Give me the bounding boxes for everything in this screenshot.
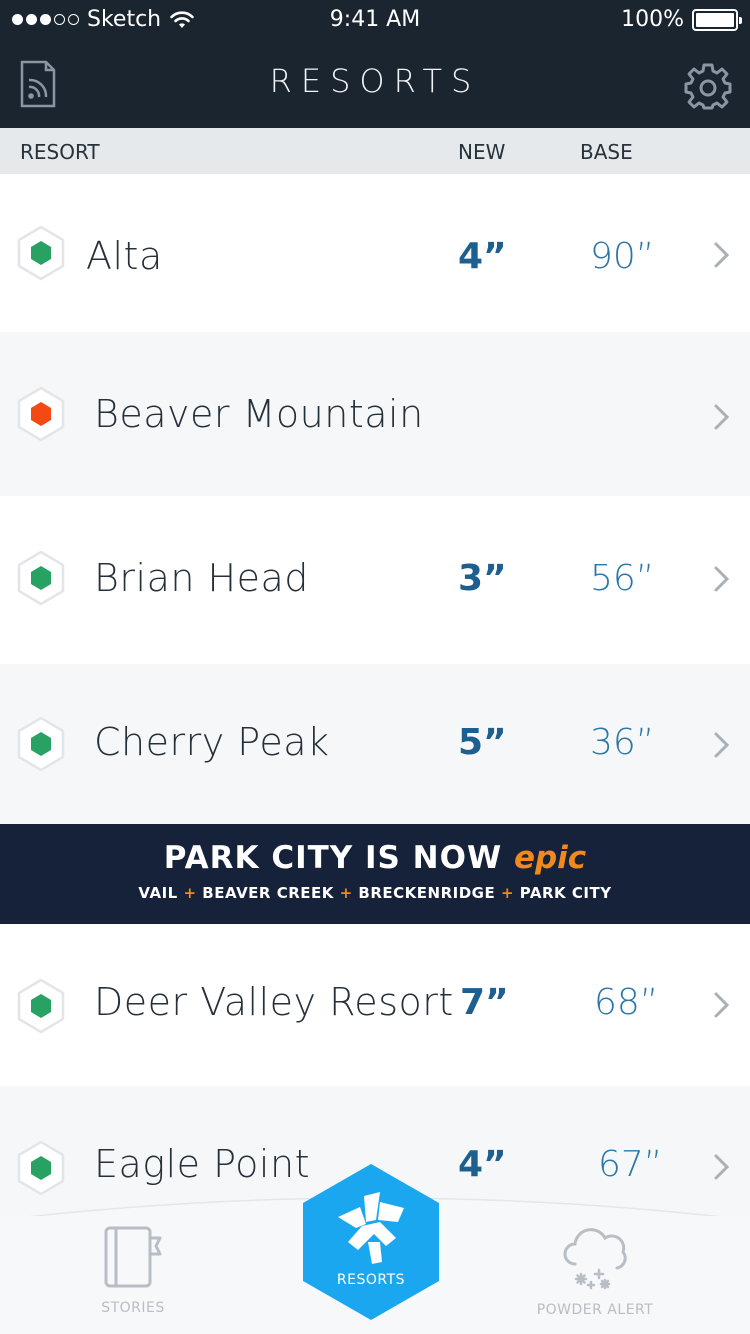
- base-depth-value: 90”: [590, 236, 655, 277]
- new-snow-value: 4”: [458, 236, 507, 277]
- chevron-right-icon: [714, 404, 730, 430]
- chevron-right-icon: [714, 1154, 730, 1180]
- new-snow-value: 4”: [458, 1144, 507, 1185]
- base-depth-value: 56”: [590, 558, 655, 599]
- banner-location: PARK CITY: [519, 884, 612, 902]
- battery-area: 100%: [621, 7, 742, 32]
- tab-stories[interactable]: STORIES: [78, 1224, 188, 1316]
- column-header: RESORT NEW BASE: [0, 128, 750, 174]
- resort-name: Beaver Mountain: [94, 392, 424, 436]
- resort-row-beaver-mountain[interactable]: Beaver Mountain: [0, 332, 750, 496]
- resort-row-cherry-peak[interactable]: Cherry Peak 5” 36”: [0, 664, 750, 824]
- resort-row-deer-valley[interactable]: Deer Valley Resort 7” 68”: [0, 924, 750, 1086]
- status-hexagon-icon: [17, 225, 65, 281]
- resort-name: Cherry Peak: [94, 720, 330, 764]
- gear-icon[interactable]: [684, 62, 732, 110]
- new-snow-value: 7”: [460, 982, 509, 1023]
- battery-percent: 100%: [621, 7, 684, 32]
- status-hexagon-icon: [17, 550, 65, 606]
- banner-separator: +: [339, 884, 353, 902]
- tab-powder-alert[interactable]: POWDER ALERT: [520, 1224, 670, 1318]
- resort-row-alta[interactable]: Alta 4” 90”: [0, 174, 750, 332]
- ad-banner[interactable]: PARK CITY IS NOW epic VAIL + BEAVER CREE…: [0, 824, 750, 924]
- chevron-right-icon: [714, 992, 730, 1018]
- banner-locations: VAIL + BEAVER CREEK + BRECKENRIDGE + PAR…: [0, 884, 750, 902]
- banner-location: BEAVER CREEK: [202, 884, 334, 902]
- tab-stories-label: STORIES: [101, 1300, 165, 1316]
- base-depth-value: 36”: [590, 722, 655, 763]
- status-hexagon-icon: [17, 386, 65, 442]
- base-depth-value: 68”: [594, 982, 659, 1023]
- top-bar: Sketch 9:41 AM 100% RESORTS: [0, 0, 750, 128]
- banner-separator: +: [500, 884, 515, 902]
- resorts-hexagon-icon: [303, 1164, 439, 1320]
- status-hexagon-icon: [17, 978, 65, 1034]
- resort-name: Brian Head: [94, 556, 309, 600]
- status-hexagon-icon: [17, 716, 65, 772]
- banner-separator: +: [183, 884, 197, 902]
- tab-resorts[interactable]: RESORTS: [300, 1162, 442, 1322]
- tab-resorts-label: RESORTS: [336, 1272, 406, 1288]
- page-title: RESORTS: [269, 62, 481, 100]
- banner-location: BRECKENRIDGE: [358, 884, 496, 902]
- resort-row-brian-head[interactable]: Brian Head 3” 56”: [0, 496, 750, 664]
- column-new-label: NEW: [458, 140, 506, 164]
- notebook-icon: [104, 1226, 162, 1288]
- resort-name: Deer Valley Resort: [94, 980, 454, 1024]
- banner-location: VAIL: [138, 884, 178, 902]
- resort-name: Eagle Point: [94, 1142, 310, 1186]
- tab-powder-alert-label: POWDER ALERT: [536, 1302, 654, 1318]
- new-snow-value: 5”: [458, 722, 507, 763]
- status-bar: Sketch 9:41 AM 100%: [0, 0, 750, 40]
- banner-brand-logo: epic: [513, 840, 587, 876]
- resort-name: Alta: [86, 234, 163, 278]
- snow-cloud-icon: [563, 1228, 627, 1290]
- chevron-right-icon: [714, 242, 730, 268]
- column-base-label: BASE: [580, 140, 633, 164]
- new-snow-value: 3”: [458, 558, 507, 599]
- banner-headline-text: PARK CITY IS NOW: [163, 840, 503, 876]
- base-depth-value: 67”: [598, 1144, 663, 1185]
- battery-icon: [692, 8, 742, 31]
- banner-headline: PARK CITY IS NOW epic: [0, 840, 750, 876]
- column-resort-label: RESORT: [20, 140, 100, 164]
- chevron-right-icon: [714, 566, 730, 592]
- chevron-right-icon: [714, 732, 730, 758]
